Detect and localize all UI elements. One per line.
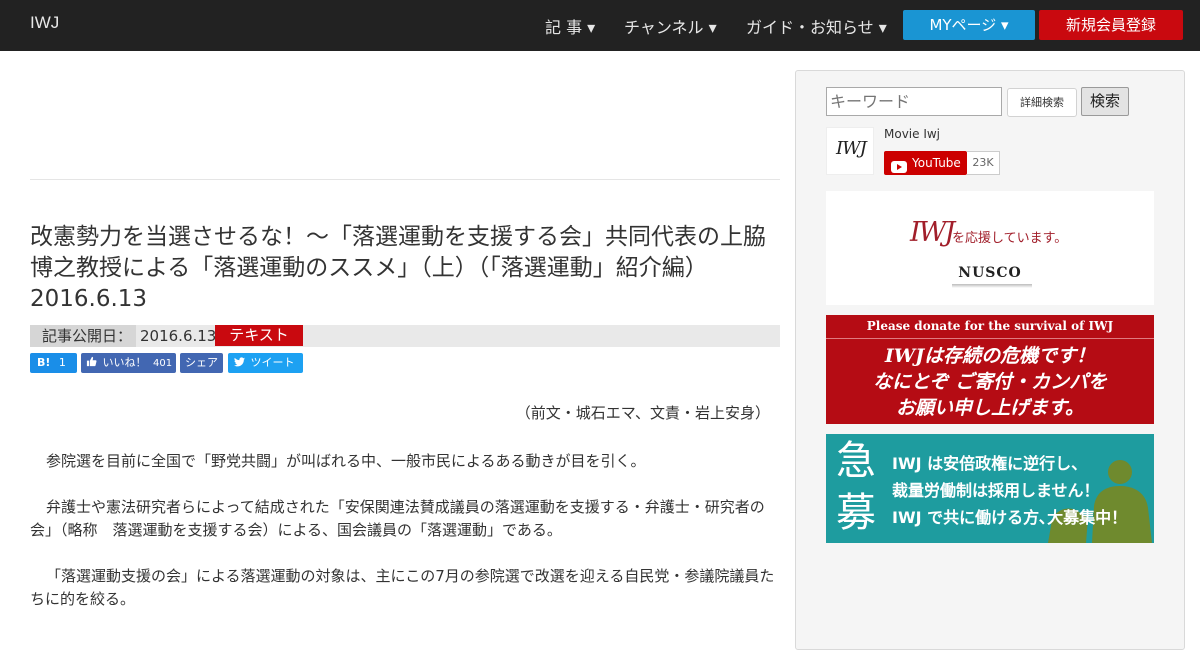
twitter-bird-icon	[234, 356, 249, 369]
article-paragraph-2: 弁護士や憲法研究者らによって結成された「安保関連法賛成議員の落選運動を支援する・…	[30, 498, 765, 539]
article-meta-bar: 記事公開日： 2016.6.13 テキスト	[30, 325, 780, 347]
keyword-search-input[interactable]	[826, 87, 1002, 116]
article-paragraph-1: 参院選を目前に全国で「野党共闘」が叫ばれる中、一般市民によるある動きが目を引く。	[46, 452, 646, 470]
donation-heading: Please donate for the survival of IWJ	[866, 319, 1114, 333]
support-text: を応援しています。	[952, 231, 1068, 246]
thumbs-up-icon	[86, 356, 101, 369]
like-count: 401	[153, 358, 173, 369]
nusco-support-banner[interactable]: IWJ を応援しています。 NUSCO	[826, 191, 1154, 305]
facebook-share-button[interactable]: シェア	[180, 353, 223, 373]
recruiting-message: IWJ は安倍政権に逆行し、 裁量労働制は採用しません！ IWJ で共に働ける方…	[892, 450, 1127, 531]
hatena-count: 1	[58, 356, 66, 369]
nav-channel-menu[interactable]: チャンネル ▾	[624, 14, 717, 38]
mypage-button[interactable]: MYページ ▾	[903, 10, 1035, 40]
donation-message: IWJは存続の危機です！ なにとぞ ご寄付・カンパを お願い申し上げます。	[826, 343, 1154, 421]
hatena-icon: B!	[37, 356, 51, 369]
nav-guide-menu[interactable]: ガイド・お知らせ ▾	[746, 14, 887, 38]
site-brand-link[interactable]: IWJ	[30, 13, 59, 33]
iwj-logo: IWJ	[910, 217, 955, 248]
recruit-line-1: IWJ は安倍政権に逆行し、	[892, 454, 1088, 473]
article-paragraph-3: 「落選運動支援の会」による落選運動の対象は、主にこの7月の参院選で改選を迎える自…	[30, 567, 775, 608]
tweet-label: ツイート	[250, 356, 295, 369]
nusco-logo-reflection	[952, 284, 1032, 288]
published-label: 記事公開日：	[30, 325, 137, 347]
youtube-subscribe-button[interactable]: YouTube	[884, 151, 967, 175]
youtube-label: YouTube	[912, 156, 961, 170]
facebook-like-button[interactable]: いいね！ 401	[81, 353, 176, 373]
channel-logo-text: IWJ	[836, 138, 867, 159]
like-label: いいね！	[102, 356, 147, 369]
urgent-char-1: 急	[836, 438, 876, 484]
category-tag[interactable]: テキスト	[215, 325, 303, 346]
donation-line-3: お願い申し上げます。	[895, 397, 1085, 419]
recruiting-banner[interactable]: 急 募 IWJ は安倍政権に逆行し、 裁量労働制は採用しません！ IWJ で共に…	[826, 434, 1154, 543]
article-title: 改憲勢力を当選させるな！～「落選運動を支援する会」共同代表の上脇博之教授による「…	[30, 224, 766, 312]
ad-space	[30, 51, 780, 180]
register-button[interactable]: 新規会員登録	[1039, 10, 1183, 40]
donation-line-1: IWJは存続の危機です！	[884, 345, 1096, 367]
channel-name[interactable]: Movie Iwj	[884, 127, 940, 141]
nusco-logo: NUSCO	[958, 265, 1022, 281]
recruit-line-3: IWJ で共に働ける方､大募集中！	[892, 508, 1128, 527]
banner-divider	[826, 338, 1154, 339]
channel-logo[interactable]: IWJ	[826, 127, 874, 175]
hatena-bookmark-button[interactable]: B! 1	[30, 353, 77, 373]
youtube-play-icon	[891, 157, 907, 181]
recruit-line-2: 裁量労働制は採用しません！	[892, 481, 1100, 500]
published-date: 2016.6.13	[140, 327, 217, 345]
urgent-char-2: 募	[836, 490, 876, 536]
search-button[interactable]: 検索	[1081, 87, 1129, 116]
nav-articles-menu[interactable]: 記 事 ▾	[545, 14, 595, 38]
sidebar: 詳細検索 検索 IWJ Movie Iwj YouTube 23K IWJ を応…	[795, 70, 1185, 650]
advanced-search-button[interactable]: 詳細検索	[1007, 88, 1077, 117]
donation-banner[interactable]: Please donate for the survival of IWJ IW…	[826, 315, 1154, 424]
article-credit: （前文・城石エマ、文責・岩上安身）	[515, 404, 770, 422]
top-navbar: IWJ 記 事 ▾ チャンネル ▾ ガイド・お知らせ ▾ MYページ ▾ 新規会…	[0, 0, 1200, 51]
donation-line-2: なにとぞ ご寄付・カンパを	[872, 371, 1108, 393]
tweet-button[interactable]: ツイート	[228, 353, 303, 373]
subscriber-count: 23K	[967, 151, 1000, 175]
